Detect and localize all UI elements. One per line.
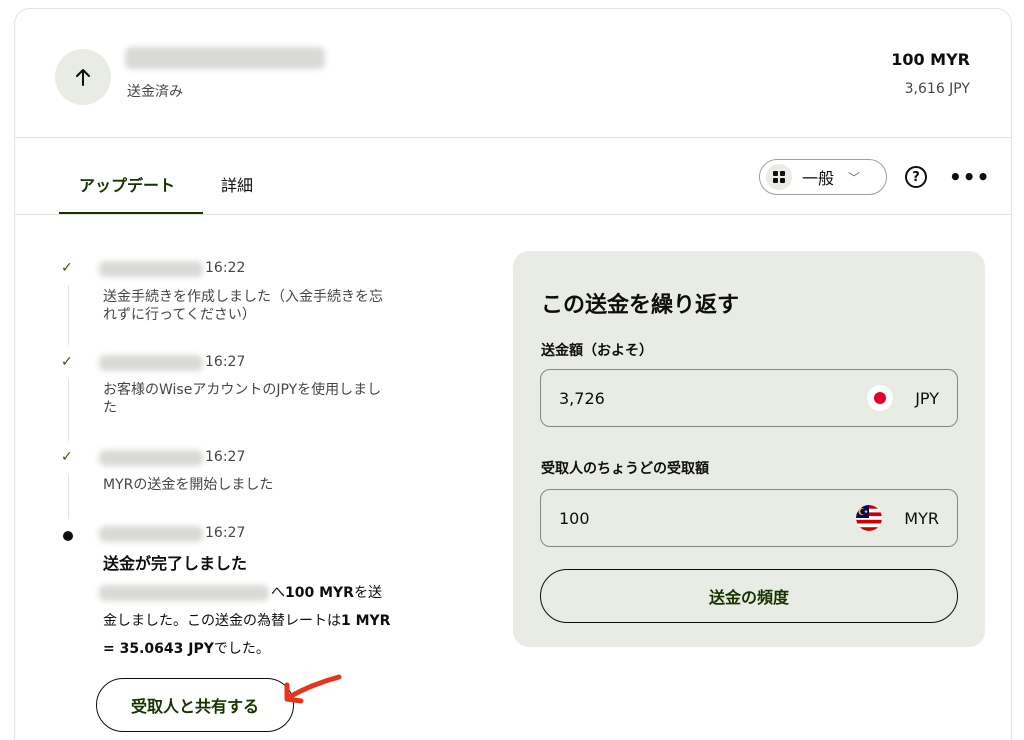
timeline-connector xyxy=(68,285,69,345)
timeline-connector xyxy=(68,379,69,441)
timeline-text: お客様のWiseアカウントのJPYを使用しました xyxy=(103,382,382,416)
date-redacted xyxy=(99,450,203,466)
repeat-transfer-panel: この送金を繰り返す 送金額（およそ） 3,726 JPY 受取人のちょうどの受取… xyxy=(513,251,985,647)
panel-title: この送金を繰り返す xyxy=(541,293,740,318)
check-icon: ✓ xyxy=(61,449,73,465)
tab-details[interactable]: 詳細 xyxy=(221,172,253,196)
check-icon: ✓ xyxy=(61,260,73,276)
timeline-time: 16:27 xyxy=(205,449,246,465)
divider xyxy=(15,137,1011,138)
receive-amount-label: 受取人のちょうどの受取額 xyxy=(541,461,709,477)
check-icon: ✓ xyxy=(61,354,73,370)
grid-icon xyxy=(766,164,792,190)
share-with-recipient-button[interactable]: 受取人と共有する xyxy=(96,678,294,732)
completion-description: へ100 MYRを送金しました。この送金の為替レートは1 MYR = 35.06… xyxy=(103,585,391,657)
transfer-frequency-button[interactable]: 送金の頻度 xyxy=(540,569,958,623)
date-redacted xyxy=(99,355,203,371)
receive-amount-value: 100 xyxy=(559,508,590,528)
timeline-text: MYRの送金を開始しました xyxy=(103,477,274,493)
help-icon[interactable]: ? xyxy=(905,166,927,188)
divider xyxy=(15,214,1011,215)
category-label: 一般 xyxy=(802,169,835,188)
annotation-arrow-icon xyxy=(284,674,342,704)
more-options-icon[interactable]: ••• xyxy=(949,165,990,189)
japan-flag-icon xyxy=(867,385,894,411)
receive-amount-field[interactable]: 100 MYR xyxy=(540,489,958,547)
timeline-text: 送金手続きを作成しました（入金手続きを忘れずに行ってください） xyxy=(103,289,383,323)
transfer-status: 送金済み xyxy=(127,84,183,100)
transfer-amount: 100 MYR xyxy=(891,50,970,69)
tab-updates[interactable]: アップデート xyxy=(79,172,175,196)
category-dropdown[interactable]: 一般 ﹀ xyxy=(759,159,887,195)
timeline-time: 16:22 xyxy=(205,260,246,276)
send-amount-label: 送金額（およそ） xyxy=(541,343,653,359)
date-redacted xyxy=(99,526,203,542)
current-step-dot xyxy=(63,531,73,541)
completion-title: 送金が完了しました xyxy=(103,554,248,573)
timeline-time: 16:27 xyxy=(205,354,246,370)
date-redacted xyxy=(99,261,203,277)
recipient-name-redacted xyxy=(125,47,325,69)
receive-currency: MYR xyxy=(904,508,939,528)
transfer-card: 送金済み 100 MYR 3,616 JPY アップデート 詳細 一般 ﹀ ? … xyxy=(14,8,1012,740)
send-amount-field[interactable]: 3,726 JPY xyxy=(540,369,958,427)
chevron-down-icon: ﹀ xyxy=(848,170,861,185)
arrow-up-icon xyxy=(55,49,111,105)
timeline-time: 16:27 xyxy=(205,525,246,541)
send-amount-value: 3,726 xyxy=(559,388,605,408)
send-currency: JPY xyxy=(915,388,939,408)
malaysia-flag-icon xyxy=(856,505,883,531)
transfer-source-amount: 3,616 JPY xyxy=(904,81,970,97)
timeline-connector xyxy=(68,475,69,519)
